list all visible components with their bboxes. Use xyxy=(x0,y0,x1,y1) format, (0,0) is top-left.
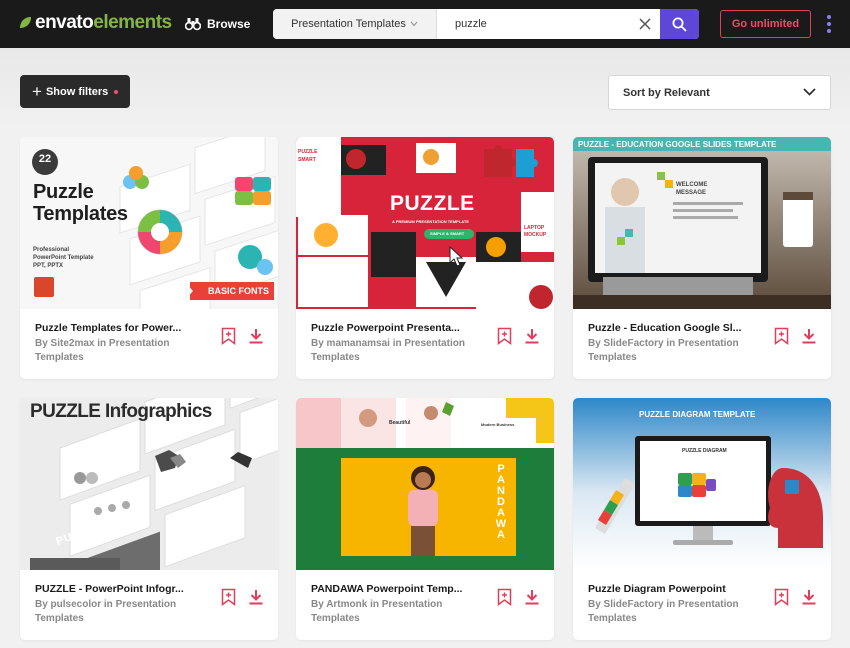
thumbnail-heading-1: Puzzle xyxy=(33,181,94,203)
thumbnail-heading: PUZZLE DIAGRAM TEMPLATE xyxy=(639,410,756,419)
sort-dropdown[interactable]: Sort by Relevant xyxy=(608,75,831,110)
bookmark-add-icon[interactable] xyxy=(774,327,789,345)
search-category-label: Presentation Templates xyxy=(291,18,406,30)
download-icon[interactable] xyxy=(248,328,264,344)
more-menu-icon[interactable] xyxy=(826,15,832,33)
card-author: By Artmonk in Presentation Templates xyxy=(311,599,443,624)
bookmark-add-icon[interactable] xyxy=(497,588,512,606)
thumbnail-vertical-text: PANDAWA xyxy=(495,463,507,541)
thumbnail-heading-2: Templates xyxy=(33,203,128,225)
thumbnail-heading: PUZZLE Infographics xyxy=(30,401,212,422)
download-icon[interactable] xyxy=(248,589,264,605)
logo-text-envato: envato xyxy=(35,12,94,33)
thumbnail-heading: PUZZLE xyxy=(390,192,475,215)
card-thumbnail[interactable]: PUZZLE Infographics PUZZLE xyxy=(20,398,278,570)
card-thumbnail[interactable]: 22 Puzzle Templates Professional PowerPo… xyxy=(20,137,278,309)
thumbnail-side-label: SMART xyxy=(298,157,316,163)
bookmark-add-icon[interactable] xyxy=(221,588,236,606)
result-card[interactable]: PUZZLE Infographics PUZZLE PUZZLE - Powe… xyxy=(20,398,278,640)
leaf-icon xyxy=(20,17,31,28)
thumbnail-screen-text: WELCOME xyxy=(676,182,708,188)
download-icon[interactable] xyxy=(524,589,540,605)
thumbnail-side-label: LAPTOP xyxy=(524,225,545,231)
result-card[interactable]: PUZZLE DIAGRAM TEMPLATE PUZZLE DIAGRAM P… xyxy=(573,398,831,640)
thumbnail-sub-1: Professional xyxy=(33,247,70,253)
thumbnail-sub-3: PPT, PPTX xyxy=(33,263,64,269)
card-title[interactable]: PUZZLE - PowerPoint Infogr... xyxy=(35,583,195,595)
bookmark-add-icon[interactable] xyxy=(221,327,236,345)
thumbnail-label: Beautiful xyxy=(389,420,411,426)
result-card[interactable]: PANDAWA Beautiful Modern Business PANDAW… xyxy=(296,398,554,640)
card-title[interactable]: Puzzle - Education Google Sl... xyxy=(588,322,748,334)
search-input[interactable] xyxy=(437,9,630,39)
thumbnail-art xyxy=(573,398,831,570)
card-thumbnail[interactable]: PUZZLE - EDUCATION GOOGLE SLIDES TEMPLAT… xyxy=(573,137,831,309)
browse-label: Browse xyxy=(207,17,251,31)
bookmark-add-icon[interactable] xyxy=(497,327,512,345)
card-author: By mamanamsai in Presentation Templates xyxy=(311,338,465,363)
binoculars-icon xyxy=(185,18,201,31)
result-card[interactable]: 22 Puzzle Templates Professional PowerPo… xyxy=(20,137,278,379)
thumbnail-side-label: MOCKUP xyxy=(524,232,547,238)
card-thumbnail[interactable]: PUZZLE DIAGRAM TEMPLATE PUZZLE DIAGRAM xyxy=(573,398,831,570)
card-title[interactable]: Puzzle Templates for Power... xyxy=(35,322,195,334)
result-card[interactable]: PUZZLE - EDUCATION GOOGLE SLIDES TEMPLAT… xyxy=(573,137,831,379)
close-icon xyxy=(639,18,651,30)
search-bar: Presentation Templates xyxy=(273,9,699,39)
sort-label: Sort by Relevant xyxy=(623,86,710,99)
top-navigation-bar: envatoelements Browse Presentation Templ… xyxy=(0,0,850,48)
thumbnail-side-label: PUZZLE xyxy=(298,149,318,155)
result-card[interactable]: PUZZLE A PREMIUM PRESENTATION TEMPLATE S… xyxy=(296,137,554,379)
thumbnail-art xyxy=(573,137,831,309)
thumbnail-sub-2: PowerPoint Template xyxy=(33,255,94,261)
show-filters-button[interactable]: + Show filters xyxy=(20,75,130,108)
thumbnail-button-label: SIMPLE & SMART xyxy=(430,231,465,236)
card-author: By SlideFactory in Presentation Template… xyxy=(588,599,739,624)
card-author: By SlideFactory in Presentation Template… xyxy=(588,338,739,363)
bookmark-add-icon[interactable] xyxy=(774,588,789,606)
card-title[interactable]: PANDAWA Powerpoint Temp... xyxy=(311,583,471,595)
search-icon xyxy=(672,17,687,31)
thumbnail-heading: PUZZLE - EDUCATION GOOGLE SLIDES TEMPLAT… xyxy=(578,140,777,149)
card-thumbnail[interactable]: PANDAWA Beautiful Modern Business xyxy=(296,398,554,570)
download-icon[interactable] xyxy=(524,328,540,344)
active-filter-dot xyxy=(114,89,119,94)
chevron-down-icon xyxy=(803,88,816,96)
show-filters-label: Show filters xyxy=(45,85,109,98)
card-author: By Site2max in Presentation Templates xyxy=(35,338,170,363)
card-title[interactable]: Puzzle Diagram Powerpoint xyxy=(588,583,748,595)
download-icon[interactable] xyxy=(801,589,817,605)
chevron-down-icon xyxy=(410,21,418,27)
envato-elements-logo[interactable]: envatoelements xyxy=(18,12,172,34)
search-submit-button[interactable] xyxy=(660,9,699,39)
thumbnail-ribbon: BASIC FONTS xyxy=(208,286,270,296)
logo-text-elements: elements xyxy=(93,12,172,33)
thumbnail-badge: 22 xyxy=(38,153,52,165)
card-title[interactable]: Puzzle Powerpoint Presenta... xyxy=(311,322,471,334)
card-author: By pulsecolor in Presentation Templates xyxy=(35,599,177,624)
thumbnail-label: Modern Business xyxy=(481,422,515,427)
download-icon[interactable] xyxy=(801,328,817,344)
plus-icon: + xyxy=(32,82,42,101)
thumbnail-screen-text: PUZZLE DIAGRAM xyxy=(682,448,727,454)
browse-button[interactable]: Browse xyxy=(185,14,250,34)
go-unlimited-button[interactable]: Go unlimited xyxy=(720,10,811,38)
thumbnail-sub: A PREMIUM PRESENTATION TEMPLATE xyxy=(392,219,469,224)
clear-search-button[interactable] xyxy=(630,9,660,39)
search-category-dropdown[interactable]: Presentation Templates xyxy=(273,9,437,39)
thumbnail-screen-text: MESSAGE xyxy=(676,190,707,196)
card-thumbnail[interactable]: PUZZLE A PREMIUM PRESENTATION TEMPLATE S… xyxy=(296,137,554,309)
